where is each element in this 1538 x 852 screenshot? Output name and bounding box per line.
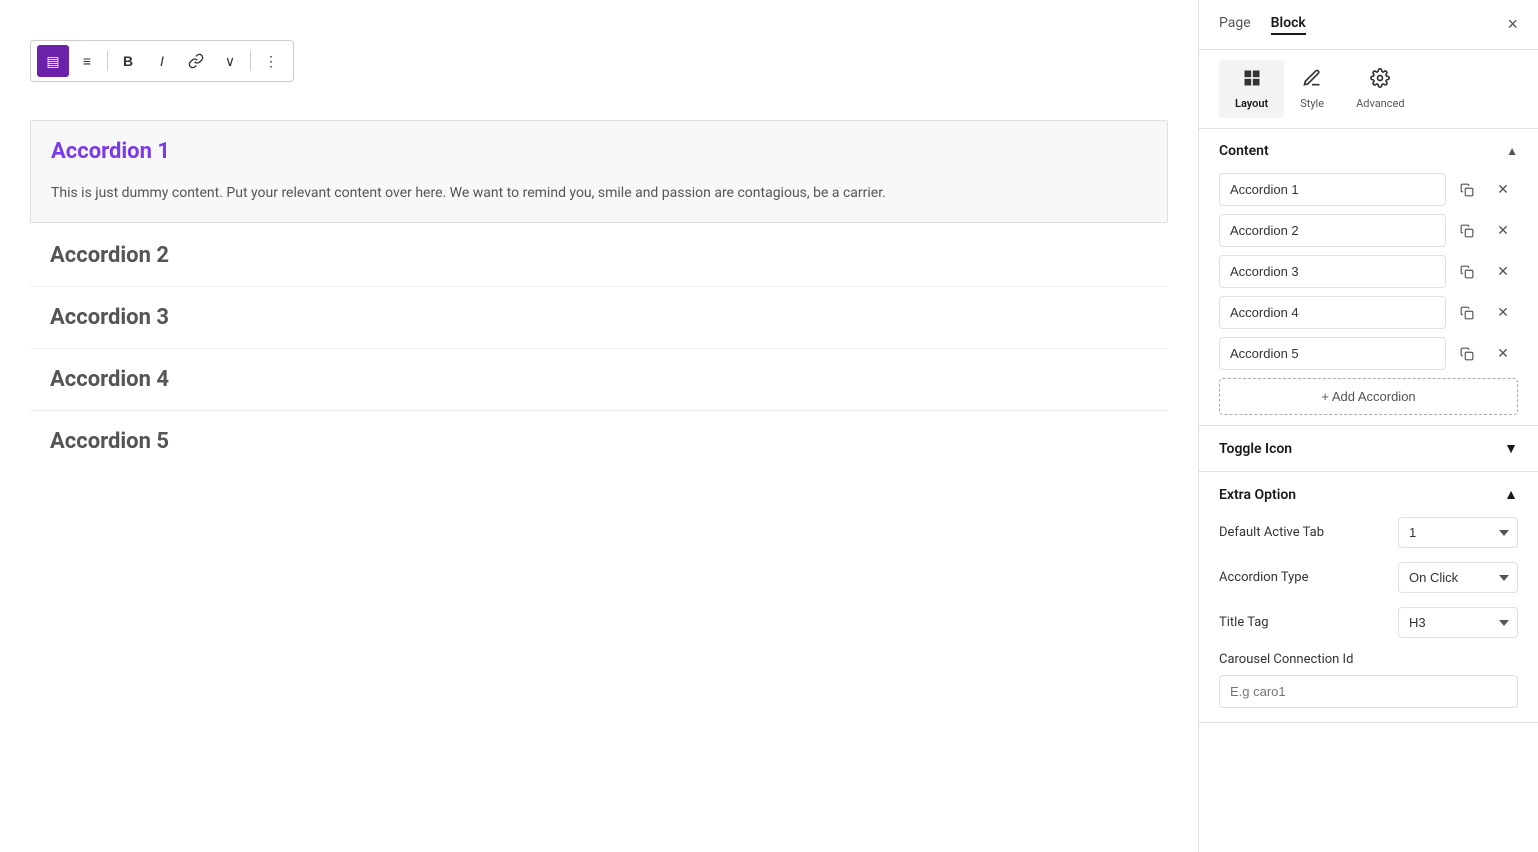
- delete-accordion-1-button[interactable]: ✕: [1488, 175, 1518, 205]
- style-label: Style: [1300, 97, 1324, 110]
- extra-option-section-header[interactable]: Extra Option ▲: [1199, 472, 1538, 517]
- toolbar-divider-2: [250, 51, 251, 71]
- advanced-label: Advanced: [1356, 97, 1404, 110]
- add-accordion-button[interactable]: + Add Accordion: [1219, 378, 1518, 415]
- toggle-icon-label: Toggle Icon: [1219, 441, 1292, 457]
- accordions-list: ✕ ✕ ✕ ✕: [1199, 173, 1538, 425]
- extra-option-label: Extra Option: [1219, 487, 1296, 503]
- duplicate-accordion-1-button[interactable]: [1452, 175, 1482, 205]
- duplicate-accordion-4-button[interactable]: [1452, 298, 1482, 328]
- title-tag-select[interactable]: H3 H1 H2 H4: [1398, 607, 1518, 638]
- extra-option-chevron-up-icon: ▲: [1504, 486, 1518, 503]
- dropdown-button[interactable]: ∨: [214, 45, 246, 77]
- default-active-tab-label: Default Active Tab: [1219, 525, 1398, 540]
- content-section-label: Content: [1219, 143, 1269, 159]
- delete-accordion-5-button[interactable]: ✕: [1488, 339, 1518, 369]
- accordion-row-1: ✕: [1219, 173, 1518, 206]
- close-panel-button[interactable]: ×: [1507, 14, 1518, 35]
- bold-button[interactable]: B: [112, 45, 144, 77]
- accordion-input-4[interactable]: [1219, 296, 1446, 329]
- toggle-icon-chevron-down-icon: ▼: [1504, 440, 1518, 457]
- accordion-item-3[interactable]: Accordion 3: [30, 287, 1168, 349]
- content-section-header[interactable]: Content ▲: [1199, 129, 1538, 173]
- content-chevron-up-icon: ▲: [1506, 144, 1518, 158]
- accordion-input-5[interactable]: [1219, 337, 1446, 370]
- accordion-item-1-expanded: Accordion 1 This is just dummy content. …: [30, 120, 1168, 223]
- accordion-type-label: Accordion Type: [1219, 570, 1398, 585]
- carousel-connection-id-field: Carousel Connection Id: [1219, 652, 1518, 708]
- toggle-icon-section: Toggle Icon ▼: [1199, 426, 1538, 472]
- tab-page[interactable]: Page: [1219, 15, 1251, 35]
- accordion-input-3[interactable]: [1219, 255, 1446, 288]
- accordion-input-2[interactable]: [1219, 214, 1446, 247]
- editor-toolbar: ▤ ≡ B I ∨ ⋮: [30, 40, 294, 82]
- title-tag-row: Title Tag H3 H1 H2 H4: [1219, 607, 1518, 638]
- sub-tabs: Layout Style Advanced: [1199, 50, 1538, 129]
- advanced-icon: [1370, 68, 1390, 93]
- delete-accordion-4-button[interactable]: ✕: [1488, 298, 1518, 328]
- accordion-row-4: ✕: [1219, 296, 1518, 329]
- accordion-type-row: Accordion Type On Click On Hover: [1219, 562, 1518, 593]
- delete-accordion-2-button[interactable]: ✕: [1488, 216, 1518, 246]
- accordion-item-2[interactable]: Accordion 2: [30, 225, 1168, 287]
- text-align-button[interactable]: ≡: [71, 45, 103, 77]
- link-button[interactable]: [180, 45, 212, 77]
- accordion-item-4[interactable]: Accordion 4: [30, 349, 1168, 411]
- carousel-connection-id-label: Carousel Connection Id: [1219, 652, 1518, 667]
- toggle-icon-section-header[interactable]: Toggle Icon ▼: [1199, 426, 1538, 471]
- duplicate-accordion-3-button[interactable]: [1452, 257, 1482, 287]
- italic-button[interactable]: I: [146, 45, 178, 77]
- accordion-row-2: ✕: [1219, 214, 1518, 247]
- more-options-button[interactable]: ⋮: [255, 45, 287, 77]
- layout-icon: [1242, 68, 1262, 93]
- panel-header: Page Block ×: [1199, 0, 1538, 50]
- layout-label: Layout: [1235, 97, 1268, 110]
- title-tag-label: Title Tag: [1219, 615, 1398, 630]
- toolbar-divider-1: [107, 51, 108, 71]
- tab-block[interactable]: Block: [1271, 15, 1306, 35]
- accordion-input-1[interactable]: [1219, 173, 1446, 206]
- right-panel: Page Block × Layout Style Advanced Co: [1198, 0, 1538, 852]
- accordion-1-title: Accordion 1: [31, 121, 1167, 182]
- sub-tab-advanced[interactable]: Advanced: [1340, 60, 1420, 118]
- accordion-1-body: This is just dummy content. Put your rel…: [31, 182, 1167, 222]
- default-active-tab-row: Default Active Tab 1 2 3: [1219, 517, 1518, 548]
- sub-tab-style[interactable]: Style: [1284, 60, 1340, 118]
- main-content-area: ▤ ≡ B I ∨ ⋮ Accordion 1 This is just dum…: [0, 0, 1198, 852]
- accordion-type-select[interactable]: On Click On Hover: [1398, 562, 1518, 593]
- content-section: Content ▲ ✕ ✕: [1199, 129, 1538, 426]
- delete-accordion-3-button[interactable]: ✕: [1488, 257, 1518, 287]
- accordion-tool-button[interactable]: ▤: [37, 45, 69, 77]
- accordion-row-5: ✕: [1219, 337, 1518, 370]
- accordion-item-5[interactable]: Accordion 5: [30, 411, 1168, 472]
- style-icon: [1302, 68, 1322, 93]
- sub-tab-layout[interactable]: Layout: [1219, 60, 1284, 118]
- panel-tabs: Page Block: [1219, 15, 1306, 35]
- duplicate-accordion-2-button[interactable]: [1452, 216, 1482, 246]
- extra-option-section: Extra Option ▲ Default Active Tab 1 2 3 …: [1199, 472, 1538, 723]
- duplicate-accordion-5-button[interactable]: [1452, 339, 1482, 369]
- default-active-tab-select[interactable]: 1 2 3: [1398, 517, 1518, 548]
- accordion-display: Accordion 1 This is just dummy content. …: [30, 120, 1168, 472]
- carousel-connection-id-input[interactable]: [1219, 675, 1518, 708]
- accordion-row-3: ✕: [1219, 255, 1518, 288]
- extra-option-body: Default Active Tab 1 2 3 Accordion Type …: [1199, 517, 1538, 722]
